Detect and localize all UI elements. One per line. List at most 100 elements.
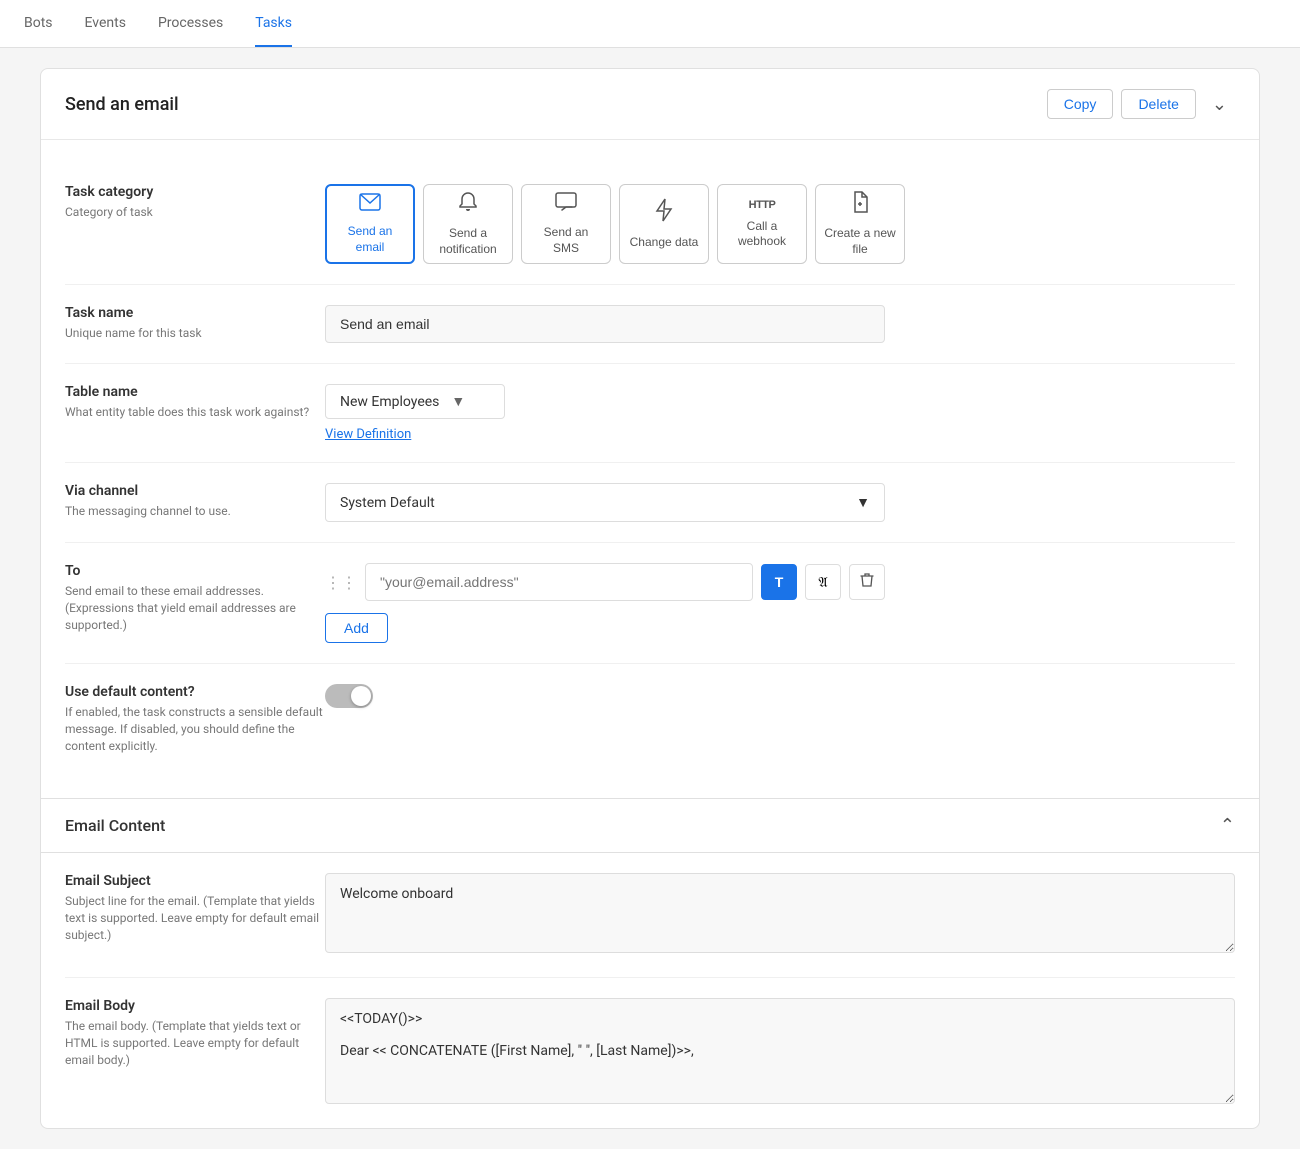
chevron-down-icon: ▼ bbox=[451, 393, 465, 410]
task-name-label-col: Task name Unique name for this task bbox=[65, 305, 325, 342]
task-name-input[interactable] bbox=[325, 305, 885, 343]
cat-btn-send-email-label: Send an email bbox=[335, 224, 405, 255]
use-default-content-control bbox=[325, 684, 1235, 708]
cat-btn-send-notification-label: Send a notification bbox=[432, 226, 504, 257]
cat-btn-send-sms[interactable]: Send an SMS bbox=[521, 184, 611, 264]
email-subject-label: Email Subject bbox=[65, 873, 325, 889]
table-name-dropdown[interactable]: New Employees ▼ bbox=[325, 384, 505, 419]
task-name-row: Task name Unique name for this task bbox=[65, 285, 1235, 364]
http-icon: HTTP bbox=[749, 198, 776, 212]
email-subject-control: Welcome onboard bbox=[325, 873, 1235, 957]
table-name-value: New Employees bbox=[340, 394, 439, 410]
to-hint: Send email to these email addresses. (Ex… bbox=[65, 583, 325, 633]
text-icon: T bbox=[775, 574, 784, 590]
task-category-hint: Category of task bbox=[65, 204, 325, 221]
use-default-content-toggle[interactable] bbox=[325, 684, 373, 708]
via-channel-hint: The messaging channel to use. bbox=[65, 503, 325, 520]
table-name-hint: What entity table does this task work ag… bbox=[65, 404, 325, 421]
email-content-title: Email Content bbox=[65, 816, 165, 835]
email-body-hint: The email body. (Template that yields te… bbox=[65, 1018, 325, 1068]
email-icon bbox=[359, 192, 381, 218]
via-channel-value: System Default bbox=[340, 495, 435, 511]
nav-bots[interactable]: Bots bbox=[24, 1, 53, 47]
via-channel-row: Via channel The messaging channel to use… bbox=[65, 463, 1235, 543]
cat-btn-call-webhook[interactable]: HTTP Call a webhook bbox=[717, 184, 807, 264]
task-name-label: Task name bbox=[65, 305, 325, 321]
expression-icon: 𝔄 bbox=[818, 574, 827, 591]
top-nav: Bots Events Processes Tasks bbox=[0, 0, 1300, 48]
table-name-row: Table name What entity table does this t… bbox=[65, 364, 1235, 463]
drag-handle-icon[interactable]: ⋮⋮ bbox=[325, 573, 357, 592]
email-content-body: Email Subject Subject line for the email… bbox=[41, 853, 1259, 1128]
main-container: Send an email Copy Delete ⌄ Task categor… bbox=[20, 48, 1280, 1149]
task-category-label-col: Task category Category of task bbox=[65, 184, 325, 221]
email-subject-input[interactable]: Welcome onboard bbox=[325, 873, 1235, 953]
use-default-content-label: Use default content? bbox=[65, 684, 325, 700]
cat-btn-send-notification[interactable]: Send a notification bbox=[423, 184, 513, 264]
to-control: ⋮⋮ T 𝔄 bbox=[325, 563, 1235, 643]
cat-btn-change-data[interactable]: Change data bbox=[619, 184, 709, 264]
use-default-content-row: Use default content? If enabled, the tas… bbox=[65, 664, 1235, 774]
toggle-container bbox=[325, 684, 1235, 708]
email-subject-row: Email Subject Subject line for the email… bbox=[65, 853, 1235, 978]
task-card: Send an email Copy Delete ⌄ Task categor… bbox=[40, 68, 1260, 1129]
task-category-row: Task category Category of task bbox=[65, 164, 1235, 285]
email-body-label-col: Email Body The email body. (Template tha… bbox=[65, 998, 325, 1068]
lightning-icon bbox=[655, 198, 673, 229]
trash-icon bbox=[860, 572, 874, 593]
via-channel-label: Via channel bbox=[65, 483, 325, 499]
task-name-control bbox=[325, 305, 1235, 343]
file-icon bbox=[851, 191, 869, 220]
to-row: To Send email to these email addresses. … bbox=[65, 543, 1235, 664]
cat-btn-send-sms-label: Send an SMS bbox=[530, 225, 602, 256]
to-label: To bbox=[65, 563, 325, 579]
nav-processes[interactable]: Processes bbox=[158, 1, 223, 47]
email-content-section-header: Email Content ⌃ bbox=[41, 798, 1259, 853]
nav-events[interactable]: Events bbox=[85, 1, 126, 47]
text-type-button[interactable]: T bbox=[761, 564, 797, 600]
task-category-control: Send an email Send a notification bbox=[325, 184, 1235, 264]
card-body: Task category Category of task bbox=[41, 140, 1259, 798]
email-subject-hint: Subject line for the email. (Template th… bbox=[65, 893, 325, 943]
table-name-control: New Employees ▼ View Definition bbox=[325, 384, 1235, 442]
cat-btn-change-data-label: Change data bbox=[630, 235, 699, 251]
table-name-label: Table name bbox=[65, 384, 325, 400]
use-default-content-label-col: Use default content? If enabled, the tas… bbox=[65, 684, 325, 754]
via-channel-dropdown[interactable]: System Default ▼ bbox=[325, 483, 885, 522]
delete-button[interactable]: Delete bbox=[1121, 89, 1195, 119]
table-name-label-col: Table name What entity table does this t… bbox=[65, 384, 325, 421]
delete-to-button[interactable] bbox=[849, 564, 885, 600]
bell-icon bbox=[458, 191, 478, 220]
email-subject-label-col: Email Subject Subject line for the email… bbox=[65, 873, 325, 943]
email-body-input[interactable]: <<TODAY()>> Dear << CONCATENATE ([First … bbox=[325, 998, 1235, 1104]
via-channel-chevron-icon: ▼ bbox=[856, 494, 870, 511]
to-email-input[interactable] bbox=[365, 563, 753, 601]
add-to-button[interactable]: Add bbox=[325, 613, 388, 643]
use-default-content-hint: If enabled, the task constructs a sensib… bbox=[65, 704, 325, 754]
task-name-hint: Unique name for this task bbox=[65, 325, 325, 342]
cat-btn-call-webhook-label: Call a webhook bbox=[726, 219, 798, 250]
category-buttons: Send an email Send a notification bbox=[325, 184, 1235, 264]
task-category-label: Task category bbox=[65, 184, 325, 200]
collapse-card-button[interactable]: ⌄ bbox=[1204, 90, 1235, 119]
cat-btn-create-file-label: Create a new file bbox=[824, 226, 896, 257]
to-field-container: ⋮⋮ T 𝔄 bbox=[325, 563, 885, 601]
view-definition-link[interactable]: View Definition bbox=[325, 427, 1235, 442]
cat-btn-create-file[interactable]: Create a new file bbox=[815, 184, 905, 264]
email-body-control: <<TODAY()>> Dear << CONCATENATE ([First … bbox=[325, 998, 1235, 1108]
cat-btn-send-email[interactable]: Send an email bbox=[325, 184, 415, 264]
email-body-label: Email Body bbox=[65, 998, 325, 1014]
expression-type-button[interactable]: 𝔄 bbox=[805, 564, 841, 600]
nav-tasks[interactable]: Tasks bbox=[255, 1, 292, 47]
via-channel-control: System Default ▼ bbox=[325, 483, 1235, 522]
card-header: Send an email Copy Delete ⌄ bbox=[41, 69, 1259, 140]
chat-icon bbox=[555, 192, 577, 219]
copy-button[interactable]: Copy bbox=[1047, 89, 1114, 119]
collapse-email-content-button[interactable]: ⌃ bbox=[1220, 815, 1235, 836]
toggle-thumb bbox=[351, 686, 371, 706]
via-channel-label-col: Via channel The messaging channel to use… bbox=[65, 483, 325, 520]
card-title: Send an email bbox=[65, 94, 179, 115]
email-body-row: Email Body The email body. (Template tha… bbox=[65, 978, 1235, 1128]
to-label-col: To Send email to these email addresses. … bbox=[65, 563, 325, 633]
header-actions: Copy Delete ⌄ bbox=[1047, 89, 1235, 119]
